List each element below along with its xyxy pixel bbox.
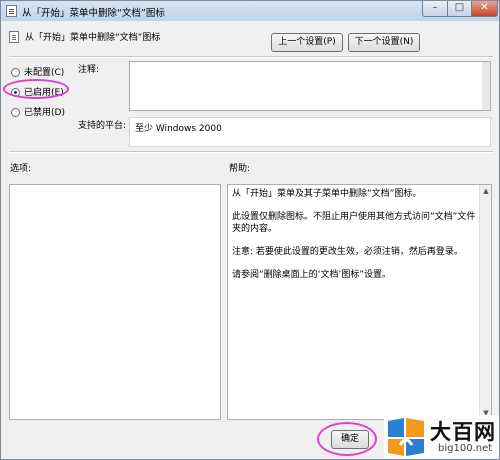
watermark-name: 大百网 <box>430 420 496 444</box>
policy-dialog: 从「开始」菜单中删除“文档”图标 – □ ✕ 从「开始」菜单中删除“文档”图标 … <box>0 0 500 460</box>
window-title: 从「开始」菜单中删除“文档”图标 <box>22 8 165 19</box>
middle-divider <box>9 151 493 153</box>
highlight-ellipse-enabled <box>3 79 69 99</box>
close-button[interactable]: ✕ <box>471 1 498 17</box>
highlight-ellipse-ok <box>317 422 377 456</box>
help-pane: 从「开始」菜单及其子菜单中删除“文档”图标。 此设置仅删除图标。不阻止用户使用其… <box>227 184 492 420</box>
scroll-up-icon[interactable]: ▲ <box>481 186 491 196</box>
help-paragraph: 注意: 若要使此设置的更改生效，必须注销，然后再登录。 <box>232 247 463 257</box>
minimize-button[interactable]: – <box>422 1 448 17</box>
radio-circle[interactable] <box>11 68 20 77</box>
options-label: 选项: <box>10 164 32 174</box>
next-setting-button[interactable]: 下一个设置(N) <box>348 33 420 52</box>
platform-value: 至少 Windows 2000 <box>129 117 491 147</box>
watermark-url: big100.net <box>438 443 493 454</box>
help-paragraph: 请参阅“删除桌面上的‘文档’图标”设置。 <box>232 270 392 280</box>
help-paragraph: 从「开始」菜单及其子菜单中删除“文档”图标。 <box>232 189 422 199</box>
radio-label: 已禁用(D) <box>24 108 65 118</box>
radio-disabled[interactable]: 已禁用(D) <box>11 105 65 118</box>
previous-setting-button[interactable]: 上一个设置(P) <box>271 33 343 52</box>
platform-label: 支持的平台: <box>78 121 127 131</box>
radio-circle[interactable] <box>11 108 20 117</box>
radio-label: 未配置(C) <box>24 68 65 78</box>
policy-document-icon <box>6 5 17 17</box>
title-bar[interactable]: 从「开始」菜单中删除“文档”图标 – □ ✕ <box>1 1 499 21</box>
policy-setting-icon <box>9 31 19 43</box>
comment-scrollbar-area <box>129 61 491 111</box>
help-label: 帮助: <box>229 164 251 174</box>
options-pane <box>9 184 221 420</box>
watermark: 大百网 big100.net <box>384 415 499 459</box>
radio-not-configured[interactable]: 未配置(C) <box>11 65 64 78</box>
maximize-button[interactable]: □ <box>447 1 472 17</box>
help-paragraph: 此设置仅删除图标。不阻止用户使用其他方式访问“文档”文件夹的内容。 <box>232 212 476 234</box>
comment-scrollbar[interactable] <box>482 62 490 110</box>
help-scrollbar[interactable]: ▲ ▼ <box>479 185 491 419</box>
watermark-logo-icon <box>388 418 424 456</box>
policy-title: 从「开始」菜单中删除“文档”图标 <box>25 33 161 43</box>
comment-label: 注释: <box>78 65 100 75</box>
header-divider <box>9 56 493 58</box>
